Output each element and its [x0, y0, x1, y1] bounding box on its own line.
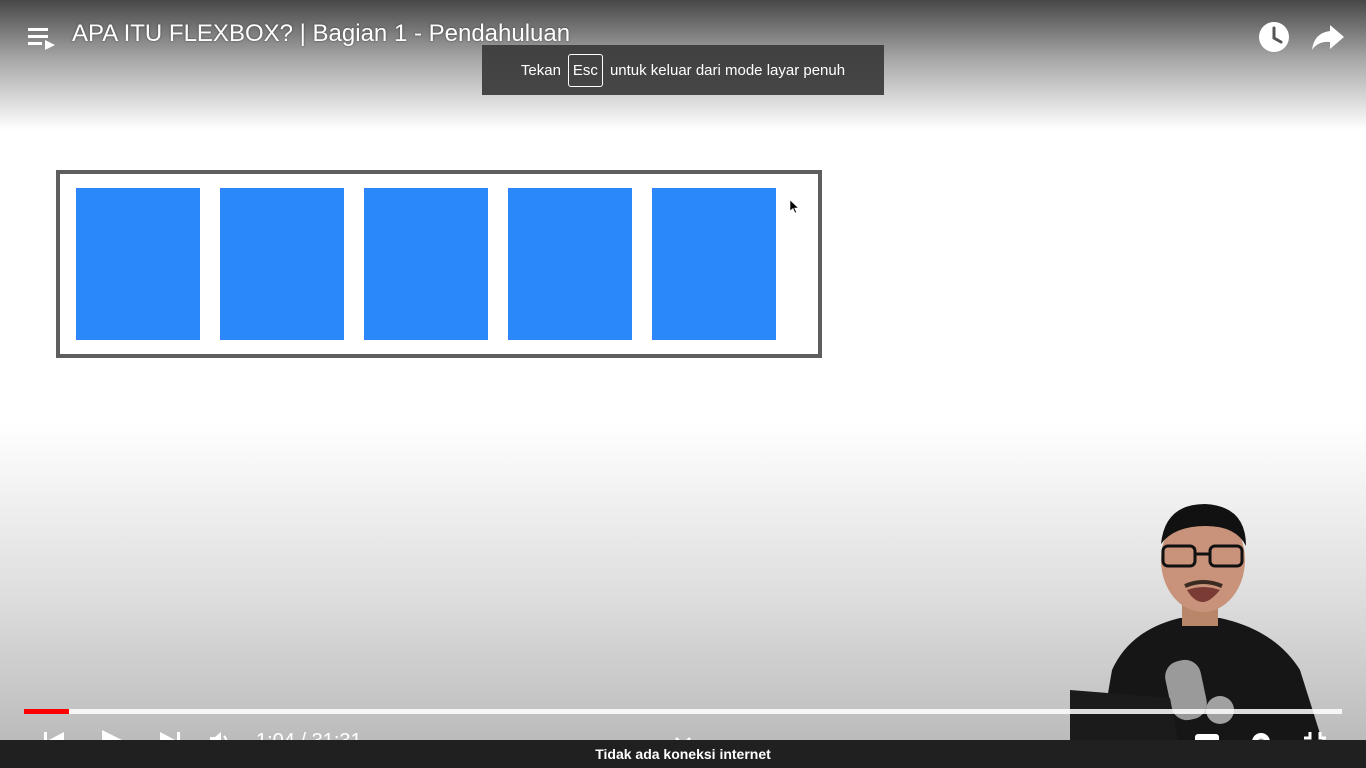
video-player[interactable]: APA ITU FLEXBOX? | Bagian 1 - Pendahulua… — [0, 0, 1366, 768]
video-title[interactable]: APA ITU FLEXBOX? | Bagian 1 - Pendahulua… — [72, 20, 570, 48]
mouse-cursor-icon — [790, 200, 800, 214]
presenter-video — [1070, 504, 1322, 740]
flex-item-box — [508, 188, 632, 340]
notice-text-before: Tekan — [520, 61, 561, 79]
esc-key-badge: Esc — [567, 53, 603, 87]
playlist-icon[interactable] — [26, 24, 56, 52]
flex-item-box — [364, 188, 488, 340]
fullscreen-exit-notice: Tekan Esc untuk keluar dari mode layar p… — [482, 45, 884, 95]
progress-played — [24, 709, 69, 714]
offline-message: Tidak ada koneksi internet — [595, 746, 771, 762]
share-arrow-icon[interactable] — [1310, 19, 1346, 55]
flex-item-box — [76, 188, 200, 340]
clock-icon[interactable] — [1256, 19, 1292, 55]
flex-item-box — [220, 188, 344, 340]
flex-item-box — [652, 188, 776, 340]
notice-text-after: untuk keluar dari mode layar penuh — [609, 61, 846, 79]
progress-bar[interactable] — [24, 709, 1342, 714]
offline-status-bar: Tidak ada koneksi internet — [0, 740, 1366, 768]
flex-container-demo — [56, 170, 822, 358]
